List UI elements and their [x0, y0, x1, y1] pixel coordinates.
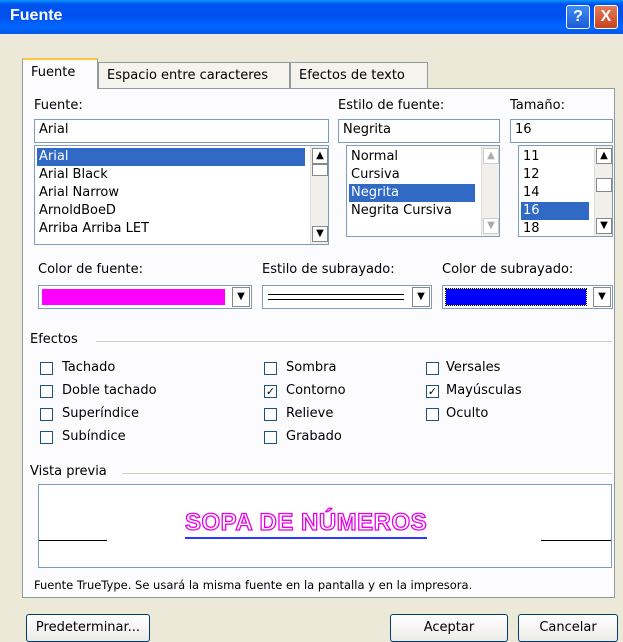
- scroll-up-icon[interactable]: ▲: [483, 148, 499, 164]
- font-input[interactable]: Arial: [34, 119, 329, 143]
- chevron-down-icon[interactable]: ▼: [232, 287, 250, 307]
- size-list-scrollbar[interactable]: ▲ ▼: [594, 146, 612, 236]
- font-list[interactable]: Arial Arial Black Arial Narrow ArnoldBoe…: [34, 145, 329, 245]
- size-list[interactable]: 11 12 14 16 18 ▲ ▼: [518, 145, 613, 237]
- tab-efectos-texto[interactable]: Efectos de texto: [290, 62, 428, 88]
- oculto-label: Oculto: [446, 406, 489, 421]
- font-list-scrollbar[interactable]: ▲ ▼: [310, 146, 328, 244]
- size-option[interactable]: 16: [521, 202, 589, 220]
- mayusculas-checkbox[interactable]: ✓: [426, 385, 439, 398]
- default-button[interactable]: Predeterminar...: [26, 614, 150, 642]
- scroll-down-icon[interactable]: ▼: [483, 218, 499, 234]
- style-list[interactable]: Normal Cursiva Negrita Negrita Cursiva ▲…: [346, 145, 500, 237]
- preview-divider: [122, 473, 612, 474]
- doble-tachado-label: Doble tachado: [62, 383, 157, 398]
- underline-color-swatch: [445, 288, 587, 306]
- font-option[interactable]: Arial: [37, 148, 305, 166]
- underline-style-label: Estilo de subrayado:: [262, 262, 395, 277]
- tab-fuente[interactable]: Fuente: [22, 58, 98, 89]
- grabado-checkbox[interactable]: [264, 431, 277, 444]
- underline-color-label: Color de subrayado:: [442, 262, 574, 277]
- scroll-up-icon[interactable]: ▲: [312, 148, 328, 164]
- grabado-label: Grabado: [286, 429, 342, 444]
- checkmark-icon: ✓: [427, 385, 438, 398]
- font-label: Fuente:: [34, 98, 83, 113]
- font-dialog: Fuente ? X Fuente Espacio entre caracter…: [0, 0, 623, 642]
- effects-divider: [96, 341, 612, 342]
- tab-espacio-caracteres[interactable]: Espacio entre caracteres: [98, 62, 290, 88]
- versales-label: Versales: [446, 360, 501, 375]
- chevron-down-icon[interactable]: ▼: [593, 287, 611, 307]
- scroll-thumb[interactable]: [596, 178, 612, 192]
- font-option[interactable]: Arriba Arriba LET: [37, 220, 149, 238]
- size-option[interactable]: 11: [521, 148, 540, 166]
- title-bar[interactable]: Fuente ? X: [0, 0, 623, 34]
- relieve-label: Relieve: [286, 406, 334, 421]
- chevron-down-icon[interactable]: ▼: [412, 287, 430, 307]
- font-option[interactable]: ArnoldBoeD: [37, 202, 116, 220]
- size-option[interactable]: 18: [521, 220, 540, 236]
- cancel-button[interactable]: Cancelar: [518, 614, 618, 642]
- preview-sample: SOPA DE NÚMEROS: [184, 508, 427, 539]
- font-option[interactable]: Arial Narrow: [37, 184, 119, 202]
- window-title: Fuente: [10, 7, 63, 24]
- ok-button[interactable]: Aceptar: [390, 614, 508, 642]
- underline-style-select[interactable]: ▼: [262, 285, 432, 309]
- style-label: Estilo de fuente:: [338, 98, 445, 113]
- underline-color-select[interactable]: ▼: [442, 285, 613, 309]
- style-option[interactable]: Normal: [349, 148, 398, 166]
- size-input[interactable]: 16: [510, 119, 613, 143]
- close-icon: X: [600, 8, 612, 25]
- sombra-checkbox[interactable]: [264, 362, 277, 375]
- style-list-scrollbar[interactable]: ▲ ▼: [481, 146, 499, 236]
- underline-double-line: [268, 294, 404, 300]
- checkmark-icon: ✓: [265, 385, 276, 398]
- size-option[interactable]: 12: [521, 166, 540, 184]
- style-option[interactable]: Negrita: [349, 184, 475, 202]
- superindice-label: Superíndice: [62, 406, 139, 421]
- help-icon: ?: [573, 8, 583, 25]
- preview-label: Vista previa: [30, 464, 107, 479]
- scroll-down-icon[interactable]: ▼: [312, 226, 328, 242]
- font-option[interactable]: Arial Black: [37, 166, 108, 184]
- scroll-down-icon[interactable]: ▼: [596, 218, 612, 234]
- close-button[interactable]: X: [594, 5, 618, 29]
- oculto-checkbox[interactable]: [426, 408, 439, 421]
- sombra-label: Sombra: [286, 360, 337, 375]
- mayusculas-label: Mayúsculas: [446, 383, 522, 398]
- style-option[interactable]: Cursiva: [349, 166, 400, 184]
- relieve-checkbox[interactable]: [264, 408, 277, 421]
- tachado-label: Tachado: [62, 360, 116, 375]
- contorno-checkbox[interactable]: ✓: [264, 385, 277, 398]
- contorno-label: Contorno: [286, 383, 346, 398]
- scroll-thumb[interactable]: [312, 164, 328, 176]
- versales-checkbox[interactable]: [426, 362, 439, 375]
- subindice-label: Subíndice: [62, 429, 126, 444]
- baseline-right: [541, 540, 611, 541]
- style-input[interactable]: Negrita: [338, 119, 500, 143]
- size-label: Tamaño:: [510, 98, 565, 113]
- help-button[interactable]: ?: [566, 5, 590, 29]
- effects-label: Efectos: [30, 332, 78, 347]
- preview-box: SOPA DE NÚMEROS: [38, 484, 612, 568]
- superindice-checkbox[interactable]: [40, 408, 53, 421]
- doble-tachado-checkbox[interactable]: [40, 385, 53, 398]
- subindice-checkbox[interactable]: [40, 431, 53, 444]
- style-option[interactable]: Negrita Cursiva: [349, 202, 452, 220]
- truetype-note: Fuente TrueType. Se usará la misma fuent…: [34, 578, 473, 592]
- font-color-swatch: [42, 289, 225, 305]
- font-color-label: Color de fuente:: [38, 262, 143, 277]
- tachado-checkbox[interactable]: [40, 362, 53, 375]
- size-option[interactable]: 14: [521, 184, 540, 202]
- baseline-left: [39, 540, 107, 541]
- scroll-up-icon[interactable]: ▲: [596, 148, 612, 164]
- font-color-select[interactable]: ▼: [38, 285, 252, 309]
